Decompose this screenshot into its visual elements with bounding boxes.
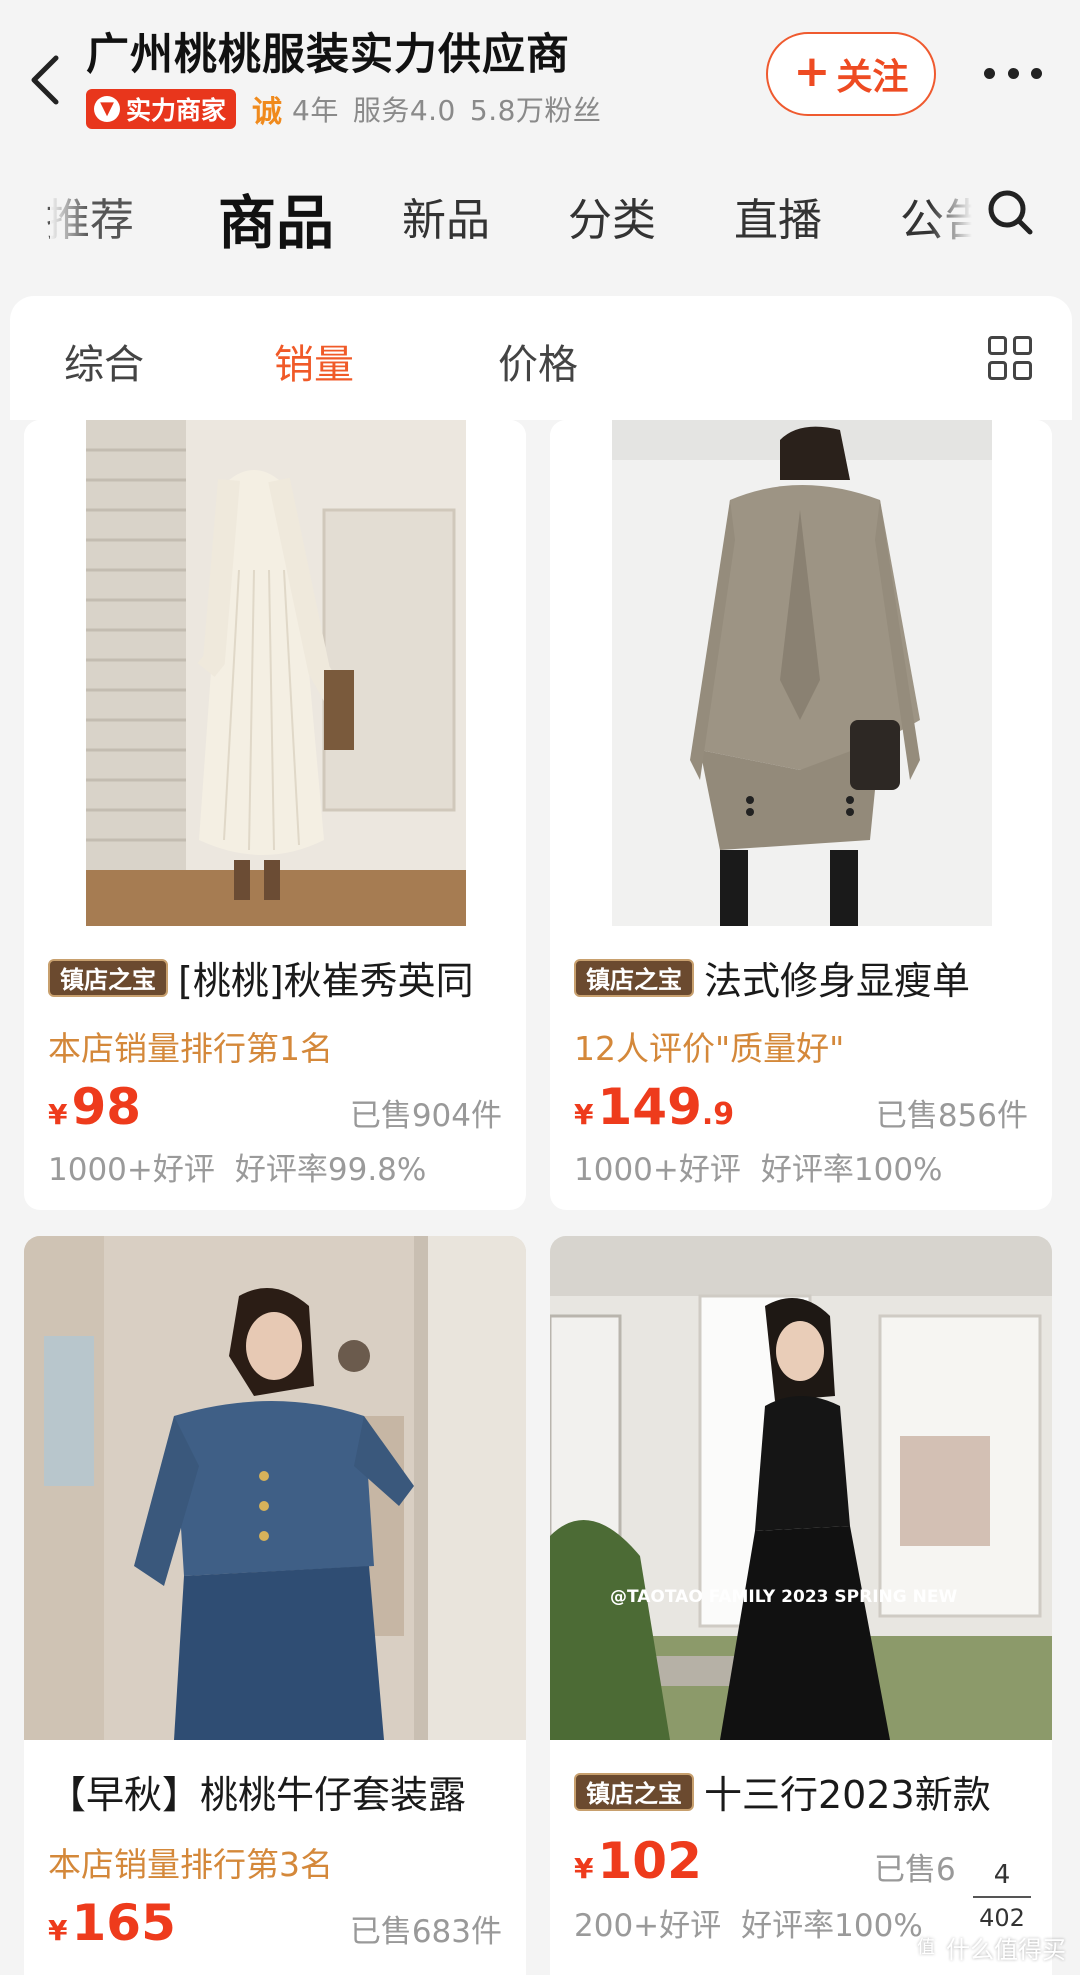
total-pages: 402 [979,1904,1025,1932]
product-subtitle: 本店销量排行第1名 [48,1029,333,1068]
sort-bar: 综合 销量 价格 [10,296,1072,420]
treasure-tag: 镇店之宝 [48,958,168,997]
search-icon[interactable] [986,188,1034,236]
review-stats: 1000+好评 好评率99.8% [48,1144,426,1189]
shop-service-score: 服务4.0 [352,94,456,127]
product-price: ¥102 [574,1832,702,1890]
product-price: ¥98 [48,1078,142,1136]
product-title: 十三行2023新款 [704,1773,991,1817]
sold-count: 已售856件 [875,1098,1028,1134]
sold-count: 已售904件 [349,1098,502,1134]
watermark: 值 什么值得买 [912,1930,1066,1965]
shop-tab-bar: 推荐 商品 新品 分类 直播 公告 [0,170,1080,290]
strength-badge-label: 实力商家 [126,96,227,125]
treasure-tag: 镇店之宝 [574,958,694,997]
good-review-count: 1000+好评 [574,1152,741,1188]
good-review-rate: 好评率99.8% [234,1152,427,1188]
product-image [24,1236,526,1740]
sold-count: 已售6 [874,1852,956,1888]
product-title: [桃桃]秋崔秀英同 [178,959,474,1003]
tab-categories[interactable]: 分类 [568,184,656,248]
product-card[interactable]: 镇店之宝 法式修身显瘦单 12人评价"质量好" ¥149.9 已售856件 10… [550,420,1052,1210]
watermark-logo-icon: 值 [912,1933,940,1962]
follow-label: 关注 [836,57,909,98]
product-image [550,420,1052,926]
shop-years: 4年 [292,94,339,127]
tab-products[interactable]: 商品 [218,176,334,260]
product-card[interactable]: 镇店之宝 [桃桃]秋崔秀英同 本店销量排行第1名 ¥98 已售904件 1000… [24,420,526,1210]
shop-name[interactable]: 广州桃桃服装实力供应商 [86,20,570,82]
product-title-row: 镇店之宝 法式修身显瘦单 [574,950,970,1005]
treasure-tag: 镇店之宝 [574,1772,694,1811]
sort-comprehensive[interactable]: 综合 [64,332,144,390]
follow-button[interactable]: + 关注 [766,32,936,116]
shop-stats: 4年 服务4.0 5.8万粉丝 [292,89,615,129]
product-title-row: 【早秋】桃桃牛仔套装露 [48,1764,466,1819]
sort-price[interactable]: 价格 [498,332,578,390]
good-review-count: 200+好评 [574,1908,722,1944]
product-title-row: 镇店之宝 十三行2023新款 [574,1764,991,1819]
current-page: 4 [993,1860,1011,1890]
bull-icon: ▼ [94,96,120,122]
product-card[interactable]: 【早秋】桃桃牛仔套装露 本店销量排行第3名 ¥165 已售683件 [24,1236,526,1975]
more-dots-icon[interactable] [984,58,1042,88]
tab-live[interactable]: 直播 [734,184,822,248]
image-caption: @TAOTAO FAMILY 2023 SPRING NEW [610,1587,957,1607]
grid-view-icon[interactable] [988,336,1032,380]
shop-fans: 5.8万粉丝 [469,94,602,127]
back-arrow-icon[interactable] [26,50,66,110]
strength-merchant-badge: ▼ 实力商家 [86,89,237,129]
sold-count: 已售683件 [349,1914,502,1950]
product-price: ¥165 [48,1894,176,1952]
shop-meta: ▼ 实力商家 诚 4年 服务4.0 5.8万粉丝 [86,88,615,130]
product-image: @TAOTAO FAMILY 2023 SPRING NEW [550,1236,1052,1740]
tab-new[interactable]: 新品 [402,184,490,248]
good-review-rate: 好评率100% [760,1152,943,1188]
product-subtitle: 12人评价"质量好" [574,1029,845,1068]
sort-sales[interactable]: 销量 [274,332,354,390]
product-title: 【早秋】桃桃牛仔套装露 [48,1773,467,1817]
product-price: ¥149.9 [574,1078,735,1136]
plus-icon: + [793,46,831,97]
shop-header: 广州桃桃服装实力供应商 ▼ 实力商家 诚 4年 服务4.0 5.8万粉丝 + 关注 [0,0,1080,170]
good-review-rate: 好评率100% [741,1908,923,1944]
watermark-text: 什么值得买 [946,1936,1066,1964]
integrity-badge: 诚 [252,95,283,130]
review-stats: 200+好评 好评率100% [574,1900,923,1945]
product-image [24,420,526,926]
product-subtitle: 本店销量排行第3名 [48,1845,333,1884]
product-title: 法式修身显瘦单 [704,959,971,1003]
good-review-count: 1000+好评 [48,1152,215,1188]
review-stats: 1000+好评 好评率100% [574,1144,943,1189]
product-title-row: 镇店之宝 [桃桃]秋崔秀英同 [48,950,474,1005]
